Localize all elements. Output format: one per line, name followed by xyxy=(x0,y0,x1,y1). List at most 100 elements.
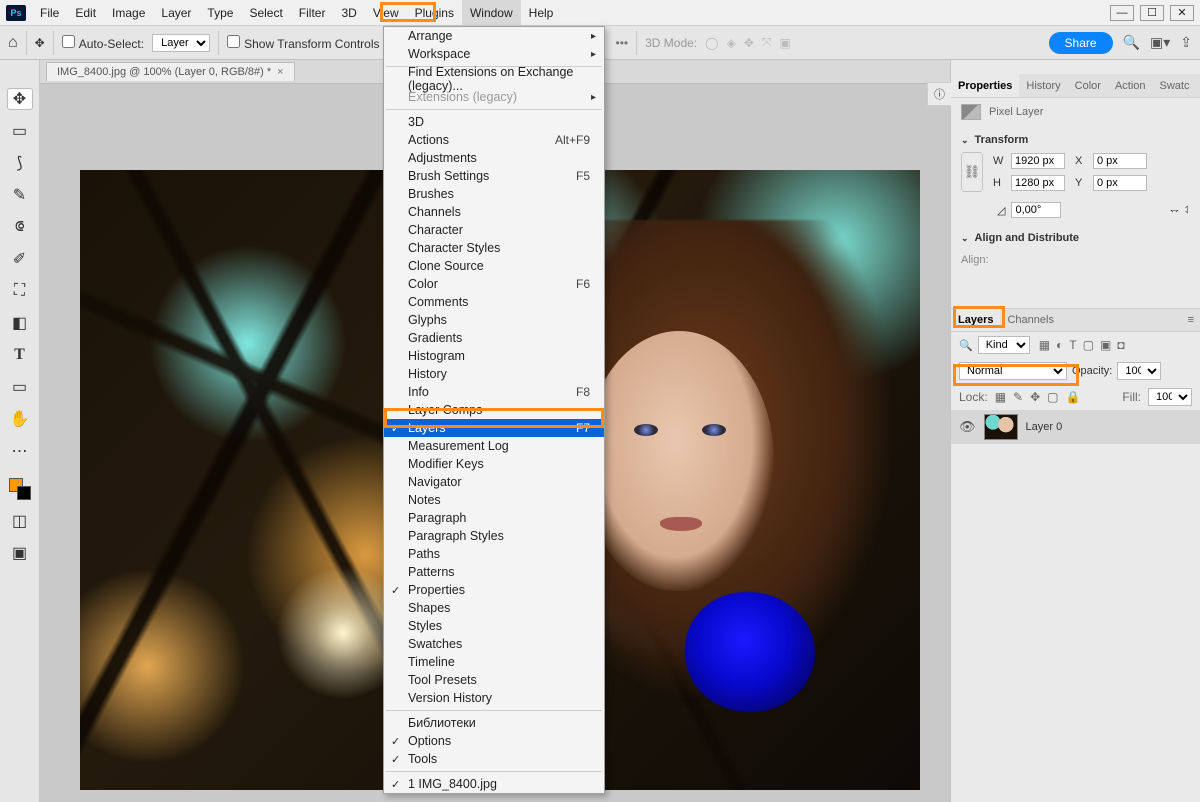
lock-nest-icon[interactable]: ▢ xyxy=(1047,390,1058,404)
menu-item-glyphs[interactable]: Glyphs xyxy=(384,311,604,329)
filter-pixel-icon[interactable]: ▦ xyxy=(1039,338,1050,352)
menu-item-3d[interactable]: 3D xyxy=(384,113,604,131)
menu-item-info[interactable]: InfoF8 xyxy=(384,383,604,401)
3d-scale-icon[interactable]: ⤧ xyxy=(762,35,772,50)
window-menu-dropdown[interactable]: ArrangeWorkspaceFind Extensions on Excha… xyxy=(383,26,605,794)
menu-item-gradients[interactable]: Gradients xyxy=(384,329,604,347)
menu-view[interactable]: View xyxy=(365,0,407,25)
tab-properties[interactable]: Properties xyxy=(951,74,1019,97)
width-input[interactable] xyxy=(1011,153,1065,169)
menu-item-brushes[interactable]: Brushes xyxy=(384,185,604,203)
filter-adjust-icon[interactable]: ◐ xyxy=(1056,338,1063,352)
menu-item-adjustments[interactable]: Adjustments xyxy=(384,149,604,167)
transform-section-title[interactable]: ⌄Transform xyxy=(951,130,1200,150)
lock-move-icon[interactable]: ✥ xyxy=(1030,390,1040,404)
export-icon[interactable]: ⇪ xyxy=(1180,34,1192,51)
menu-item-swatches[interactable]: Swatches xyxy=(384,635,604,653)
menu-image[interactable]: Image xyxy=(104,0,153,25)
show-transform-checkbox[interactable]: Show Transform Controls xyxy=(227,35,379,51)
menu-3d[interactable]: 3D xyxy=(333,0,364,25)
menu-item-histogram[interactable]: Histogram xyxy=(384,347,604,365)
fill-input[interactable]: 100% xyxy=(1148,388,1192,406)
menu-item-color[interactable]: ColorF6 xyxy=(384,275,604,293)
tab-channels[interactable]: Channels xyxy=(1000,309,1060,331)
align-section-title[interactable]: ⌄Align and Distribute xyxy=(951,228,1200,248)
menu-window[interactable]: Window xyxy=(462,0,521,25)
clone-stamp-tool[interactable]: ⛶ xyxy=(7,280,33,302)
menu-item-modifier-keys[interactable]: Modifier Keys xyxy=(384,455,604,473)
flip-h-icon[interactable]: ⥐ xyxy=(1170,204,1179,217)
menu-help[interactable]: Help xyxy=(521,0,562,25)
menu-item-workspace[interactable]: Workspace xyxy=(384,45,604,63)
panel-menu-icon[interactable]: ≡ xyxy=(1197,80,1200,92)
hand-tool[interactable]: ✋ xyxy=(7,408,33,430)
filter-shape-icon[interactable]: ▢ xyxy=(1083,338,1094,352)
menu-item-options[interactable]: ✓Options xyxy=(384,732,604,750)
share-button[interactable]: Share xyxy=(1049,32,1113,54)
auto-select-checkbox[interactable]: Auto-Select: xyxy=(62,35,144,51)
menu-item--[interactable]: Библиотеки xyxy=(384,714,604,732)
menu-item-comments[interactable]: Comments xyxy=(384,293,604,311)
3d-camera-icon[interactable]: ▣ xyxy=(779,36,790,50)
move-tool[interactable]: ✥ xyxy=(7,88,33,110)
3d-orbit-icon[interactable]: ◯ xyxy=(705,36,718,50)
menu-item-character[interactable]: Character xyxy=(384,221,604,239)
color-swatches[interactable] xyxy=(9,478,31,500)
marquee-tool[interactable]: ▭ xyxy=(7,120,33,142)
type-tool[interactable]: T xyxy=(7,344,33,366)
quick-mask-tool[interactable]: ◫ xyxy=(7,510,33,532)
opacity-input[interactable]: 100% xyxy=(1117,362,1161,380)
filter-toggle-icon[interactable]: ◘ xyxy=(1117,338,1124,352)
minimize-button[interactable]: — xyxy=(1110,5,1134,21)
menu-item-paragraph-styles[interactable]: Paragraph Styles xyxy=(384,527,604,545)
menu-item-tools[interactable]: ✓Tools xyxy=(384,750,604,768)
menu-item-version-history[interactable]: Version History xyxy=(384,689,604,707)
lasso-tool[interactable]: ⟆ xyxy=(7,152,33,174)
eraser-tool[interactable]: ◧ xyxy=(7,312,33,334)
menu-item-paragraph[interactable]: Paragraph xyxy=(384,509,604,527)
3d-pan-icon[interactable]: ◈ xyxy=(727,36,736,50)
link-wh-icon[interactable]: ⛓ xyxy=(961,152,983,192)
layers-panel-menu-icon[interactable]: ≡ xyxy=(1182,314,1200,326)
menu-item-measurement-log[interactable]: Measurement Log xyxy=(384,437,604,455)
more-tools[interactable]: ⋯ xyxy=(7,440,33,462)
menu-item-find-extensions-on-exchange-legacy-[interactable]: Find Extensions on Exchange (legacy)... xyxy=(384,70,604,88)
filter-smart-icon[interactable]: ▣ xyxy=(1100,338,1111,352)
menu-item-timeline[interactable]: Timeline xyxy=(384,653,604,671)
menu-item-layers[interactable]: ✓LayersF7 xyxy=(384,419,604,437)
maximize-button[interactable]: ☐ xyxy=(1140,5,1164,21)
menu-layer[interactable]: Layer xyxy=(153,0,199,25)
menu-edit[interactable]: Edit xyxy=(67,0,104,25)
brush-tool[interactable]: ✐ xyxy=(7,248,33,270)
menu-item-actions[interactable]: ActionsAlt+F9 xyxy=(384,131,604,149)
menu-file[interactable]: File xyxy=(32,0,67,25)
tab-history[interactable]: Historу xyxy=(1019,74,1067,97)
menu-item-notes[interactable]: Notes xyxy=(384,491,604,509)
blend-mode-dropdown[interactable]: Normal xyxy=(959,362,1067,380)
menu-filter[interactable]: Filter xyxy=(291,0,334,25)
document-tab[interactable]: IMG_8400.jpg @ 100% (Layer 0, RGB/8#) * … xyxy=(46,62,295,81)
visibility-icon[interactable]: 👁 xyxy=(959,419,976,435)
menu-item-styles[interactable]: Styles xyxy=(384,617,604,635)
tab-layers[interactable]: Layers xyxy=(951,309,1000,331)
x-input[interactable] xyxy=(1093,153,1147,169)
menu-item-layer-comps[interactable]: Layer Comps xyxy=(384,401,604,419)
tab-swatches[interactable]: Swatc xyxy=(1153,74,1197,97)
menu-item-character-styles[interactable]: Character Styles xyxy=(384,239,604,257)
view-mode-icon[interactable]: ▣▾ xyxy=(1150,34,1170,51)
eyedropper-tool[interactable]: ✎ xyxy=(7,184,33,206)
more-icon[interactable]: ••• xyxy=(616,36,629,50)
menu-item-channels[interactable]: Channels xyxy=(384,203,604,221)
auto-select-dropdown[interactable]: Layer xyxy=(152,34,210,52)
menu-item-1-img-8400-jpg[interactable]: ✓1 IMG_8400.jpg xyxy=(384,775,604,793)
home-icon[interactable]: ⌂ xyxy=(8,34,18,52)
screen-mode-tool[interactable]: ▣ xyxy=(7,542,33,564)
menu-item-clone-source[interactable]: Clone Source xyxy=(384,257,604,275)
menu-item-shapes[interactable]: Shapes xyxy=(384,599,604,617)
flip-v-icon[interactable]: ⥑ xyxy=(1185,204,1190,217)
lock-trans-icon[interactable]: ▦ xyxy=(995,390,1006,404)
menu-type[interactable]: Type xyxy=(199,0,241,25)
shape-tool[interactable]: ▭ xyxy=(7,376,33,398)
move-tool-icon[interactable]: ✥ xyxy=(35,36,45,50)
crop-tool[interactable]: ⟃ xyxy=(7,216,33,238)
